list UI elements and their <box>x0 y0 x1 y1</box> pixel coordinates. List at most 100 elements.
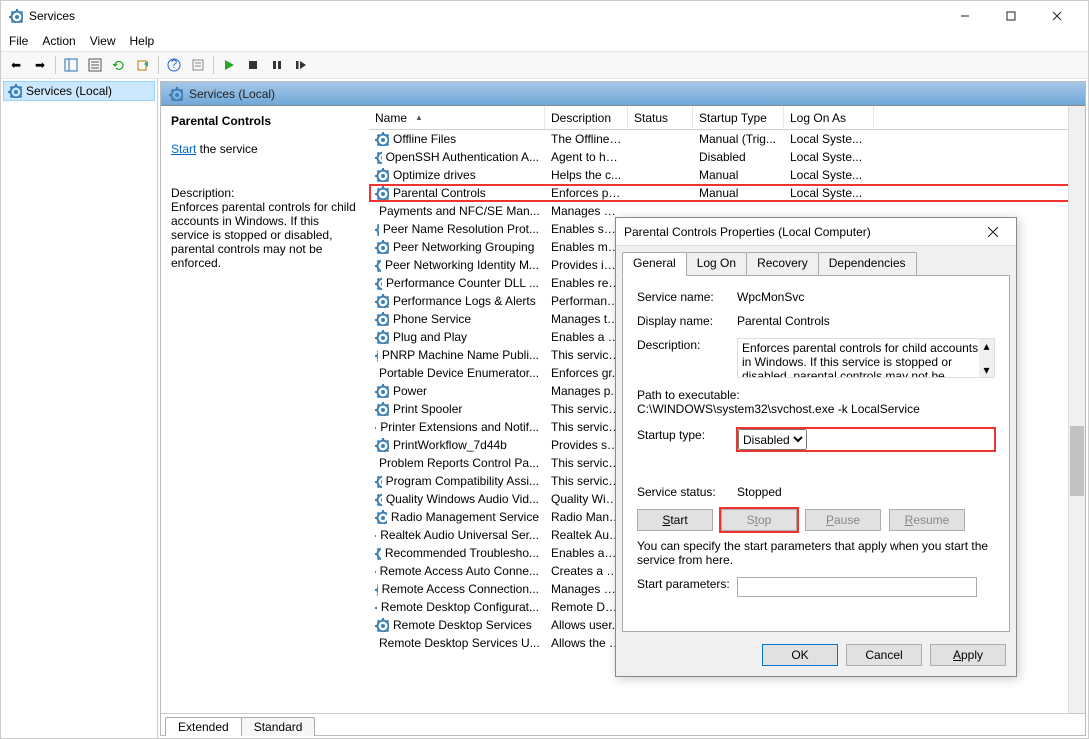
dialog-close-button[interactable] <box>978 222 1008 242</box>
column-description[interactable]: Description <box>545 106 628 129</box>
cell-name: Power <box>393 384 427 398</box>
gear-icon <box>375 564 376 578</box>
properties-dialog[interactable]: Parental Controls Properties (Local Comp… <box>615 217 1017 677</box>
cell-name: Optimize drives <box>393 168 476 182</box>
cell-name: Printer Extensions and Notif... <box>380 420 539 434</box>
toolbar: ⬅ ➡ ? <box>1 51 1088 79</box>
cell-logon: Local Syste... <box>784 186 874 200</box>
menu-action[interactable]: Action <box>42 34 75 48</box>
dialog-titlebar[interactable]: Parental Controls Properties (Local Comp… <box>616 218 1016 246</box>
refresh-button[interactable] <box>108 54 130 76</box>
tab-general[interactable]: General <box>622 252 687 276</box>
pause-service-button[interactable] <box>266 54 288 76</box>
column-name[interactable]: Name▲ <box>369 106 545 129</box>
description-scrollbar[interactable]: ▴▾ <box>979 339 994 377</box>
detail-pane: Parental Controls Start the service Desc… <box>161 106 369 713</box>
description-label: Description: <box>171 186 359 200</box>
description-box[interactable]: Enforces parental controls for child acc… <box>737 338 995 378</box>
label-start-params: Start parameters: <box>637 577 737 597</box>
cell-name: Plug and Play <box>393 330 467 344</box>
cell-name: Recommended Troublesho... <box>385 546 539 560</box>
dialog-title: Parental Controls Properties (Local Comp… <box>624 225 871 239</box>
column-logon-as[interactable]: Log On As <box>784 106 874 129</box>
menu-file[interactable]: File <box>9 34 28 48</box>
cell-name: Remote Desktop Services U... <box>379 636 540 650</box>
forward-button[interactable]: ➡ <box>29 54 51 76</box>
titlebar[interactable]: Services <box>1 1 1088 31</box>
ok-button[interactable]: OK <box>762 644 838 666</box>
tab-extended[interactable]: Extended <box>165 717 242 736</box>
props-sheet-button[interactable] <box>187 54 209 76</box>
scroll-down-icon[interactable]: ▾ <box>983 363 989 377</box>
cell-name: OpenSSH Authentication A... <box>386 150 539 164</box>
scroll-up-icon[interactable]: ▴ <box>983 339 989 353</box>
gear-icon <box>375 546 381 560</box>
properties-button[interactable] <box>84 54 106 76</box>
cell-description: Enforces pa... <box>545 186 628 200</box>
cell-name: Payments and NFC/SE Man... <box>379 204 540 218</box>
startup-type-select[interactable]: Disabled <box>738 429 807 450</box>
cell-name: Remote Access Auto Conne... <box>380 564 539 578</box>
service-row[interactable]: OpenSSH Authentication A...Agent to ho..… <box>369 148 1085 166</box>
tab-dependencies[interactable]: Dependencies <box>818 252 917 276</box>
services-app-icon <box>9 9 23 23</box>
apply-button[interactable]: Apply <box>930 644 1006 666</box>
scrollbar-thumb[interactable] <box>1070 426 1084 496</box>
tab-recovery[interactable]: Recovery <box>746 252 819 276</box>
tree-item-services-local[interactable]: Services (Local) <box>3 81 155 101</box>
cell-name: Print Spooler <box>393 402 462 416</box>
grid-header: Name▲ Description Status Startup Type Lo… <box>369 106 1085 130</box>
main-pane-title: Services (Local) <box>189 87 275 101</box>
start-button[interactable]: Start <box>637 509 713 531</box>
gear-icon <box>375 402 389 416</box>
services-window: Services File Action View Help ⬅ ➡ ? <box>0 0 1089 739</box>
tab-standard[interactable]: Standard <box>241 717 316 736</box>
cell-name: Remote Access Connection... <box>382 582 539 596</box>
close-button[interactable] <box>1034 1 1080 31</box>
window-title: Services <box>29 9 75 23</box>
start-service-suffix: the service <box>196 142 257 156</box>
menu-view[interactable]: View <box>90 34 116 48</box>
cell-startup: Manual (Trig... <box>693 132 784 146</box>
gear-icon <box>375 582 378 596</box>
detail-title: Parental Controls <box>171 114 359 128</box>
export-button[interactable] <box>132 54 154 76</box>
cell-logon: Local Syste... <box>784 132 874 146</box>
gear-icon <box>375 420 376 434</box>
label-path: Path to executable: <box>637 388 995 402</box>
dialog-footer: OK Cancel Apply <box>616 638 1016 676</box>
stop-service-button[interactable] <box>242 54 264 76</box>
main-pane-header: Services (Local) <box>161 82 1085 106</box>
tab-log-on[interactable]: Log On <box>686 252 747 276</box>
minimize-button[interactable] <box>942 1 988 31</box>
pause-button[interactable]: Pause <box>805 509 881 531</box>
maximize-button[interactable] <box>988 1 1034 31</box>
gear-icon <box>375 330 389 344</box>
cell-name: Quality Windows Audio Vid... <box>386 492 539 506</box>
vertical-scrollbar[interactable] <box>1068 106 1085 713</box>
cancel-button[interactable]: Cancel <box>846 644 922 666</box>
help-button[interactable]: ? <box>163 54 185 76</box>
column-startup-type[interactable]: Startup Type <box>693 106 784 129</box>
restart-service-button[interactable] <box>290 54 312 76</box>
label-display-name: Display name: <box>637 314 737 328</box>
service-row[interactable]: Optimize drivesHelps the c...ManualLocal… <box>369 166 1085 184</box>
service-row[interactable]: Parental ControlsEnforces pa...ManualLoc… <box>369 184 1085 202</box>
back-button[interactable]: ⬅ <box>5 54 27 76</box>
cell-name: Portable Device Enumerator... <box>379 366 539 380</box>
start-parameters-input[interactable] <box>737 577 977 597</box>
stop-button[interactable]: Stop <box>721 509 797 531</box>
service-row[interactable]: Offline FilesThe Offline ...Manual (Trig… <box>369 130 1085 148</box>
column-status[interactable]: Status <box>628 106 693 129</box>
start-service-button[interactable] <box>218 54 240 76</box>
show-hide-tree-button[interactable] <box>60 54 82 76</box>
console-tree[interactable]: Services (Local) <box>1 79 158 738</box>
cell-logon: Local Syste... <box>784 168 874 182</box>
start-service-link[interactable]: Start <box>171 142 196 156</box>
resume-button[interactable]: Resume <box>889 509 965 531</box>
gear-icon <box>169 87 183 101</box>
menu-help[interactable]: Help <box>130 34 155 48</box>
gear-icon <box>375 618 389 632</box>
cell-name: Peer Networking Grouping <box>393 240 534 254</box>
cell-startup: Manual <box>693 168 784 182</box>
